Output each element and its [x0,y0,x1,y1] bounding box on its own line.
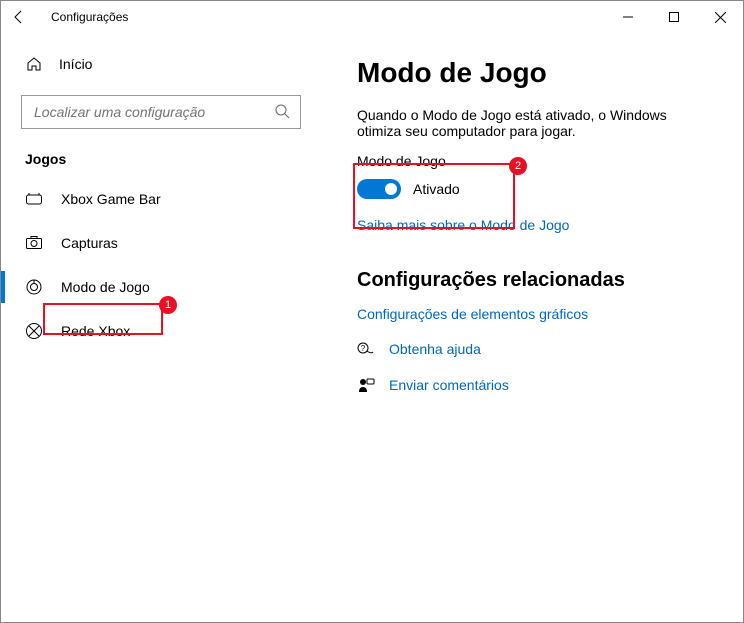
nav-item-game-mode[interactable]: Modo de Jogo [21,265,301,309]
close-button[interactable] [697,1,743,33]
content-pane: Modo de Jogo Quando o Modo de Jogo está … [321,33,743,622]
nav-label: Rede Xbox [61,323,130,339]
learn-more-link[interactable]: Saiba mais sobre o Modo de Jogo [357,217,713,233]
game-mode-toggle[interactable] [357,179,401,199]
maximize-button[interactable] [651,1,697,33]
home-label: Início [59,56,92,72]
svg-text:?: ? [361,344,366,353]
description: Quando o Modo de Jogo está ativado, o Wi… [357,107,713,139]
help-icon: ? [357,340,375,358]
toggle-state: Ativado [413,181,460,197]
search-box[interactable] [21,95,301,129]
nav-item-xbox-game-bar[interactable]: Xbox Game Bar [21,177,301,221]
nav-item-xbox-network[interactable]: Rede Xbox [21,309,301,353]
feedback-link[interactable]: Enviar comentários [389,377,509,393]
captures-icon [25,234,43,252]
titlebar: Configurações [1,1,743,33]
xbox-icon [25,322,43,340]
related-link[interactable]: Configurações de elementos gráficos [357,306,713,322]
nav-label: Xbox Game Bar [61,191,161,207]
home-nav[interactable]: Início [21,47,301,81]
get-help-row[interactable]: ? Obtenha ajuda [357,340,713,358]
back-button[interactable] [9,7,29,27]
game-mode-toggle-block: Modo de Jogo Ativado [357,153,713,199]
search-icon [274,103,290,122]
gamebar-icon [25,190,43,208]
nav-label: Capturas [61,235,118,251]
feedback-icon [357,376,375,394]
nav-list: Xbox Game Bar Capturas Modo de Jogo [21,177,301,353]
search-input[interactable] [32,103,274,121]
home-icon [25,55,43,73]
toggle-knob [385,183,397,195]
related-heading: Configurações relacionadas [357,269,713,292]
sidebar: Início Jogos Xbox Game Bar [1,33,321,622]
help-link[interactable]: Obtenha ajuda [389,341,481,357]
minimize-button[interactable] [605,1,651,33]
page-title: Modo de Jogo [357,57,713,89]
gamemode-icon [25,278,43,296]
nav-item-captures[interactable]: Capturas [21,221,301,265]
section-label: Jogos [21,151,301,167]
feedback-row[interactable]: Enviar comentários [357,376,713,394]
settings-window: Configurações Início [0,0,744,623]
toggle-label: Modo de Jogo [357,153,713,169]
nav-label: Modo de Jogo [61,279,150,295]
window-title: Configurações [51,10,128,24]
